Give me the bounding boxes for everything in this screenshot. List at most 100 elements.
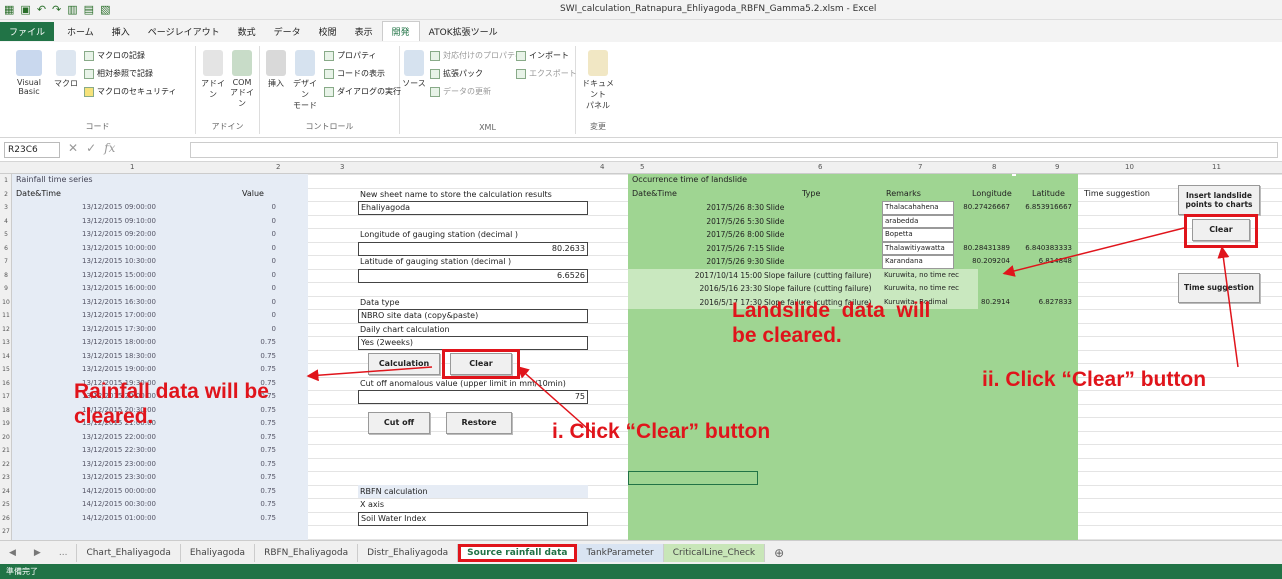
- cutoff-button[interactable]: Cut off: [368, 411, 430, 434]
- row-label[interactable]: 12: [0, 326, 12, 333]
- rainfall-value[interactable]: 0.75: [242, 433, 276, 441]
- macro-button[interactable]: マクロ: [54, 50, 78, 89]
- landslide-latitude[interactable]: 6.827833: [1016, 298, 1072, 306]
- landslide-remarks[interactable]: Kuruwita, no time rec: [884, 271, 959, 279]
- rainfall-value[interactable]: 0: [242, 271, 276, 279]
- rainfall-value[interactable]: 0.75: [242, 514, 276, 522]
- design-mode-button[interactable]: デザイン モード: [290, 50, 320, 111]
- rainfall-datetime[interactable]: 13/12/2015 15:00:00: [82, 271, 156, 279]
- row-label[interactable]: 7: [0, 258, 12, 265]
- column-label[interactable]: 4: [600, 163, 604, 171]
- rainfall-datetime[interactable]: 13/12/2015 19:00:00: [82, 365, 156, 373]
- row-label[interactable]: 5: [0, 231, 12, 238]
- landslide-type[interactable]: Slide: [766, 203, 784, 212]
- landslide-longitude[interactable]: 80.209204: [958, 257, 1010, 265]
- rainfall-value[interactable]: 0.75: [242, 352, 276, 360]
- landslide-remarks[interactable]: Thalacahahena: [882, 201, 954, 215]
- rainfall-datetime[interactable]: 13/12/2015 10:00:00: [82, 244, 156, 252]
- rainfall-datetime[interactable]: 13/12/2015 18:00:00: [82, 338, 156, 346]
- row-label[interactable]: 27: [0, 528, 12, 535]
- tab-data[interactable]: データ: [265, 22, 310, 41]
- rainfall-datetime[interactable]: 13/12/2015 17:00:00: [82, 311, 156, 319]
- row-label[interactable]: 13: [0, 339, 12, 346]
- cutoff-input[interactable]: 75: [358, 390, 588, 404]
- tab-atok[interactable]: ATOK拡張ツール: [420, 22, 507, 41]
- save-icon[interactable]: ▣: [20, 3, 30, 16]
- rainfall-value[interactable]: 0.75: [242, 487, 276, 495]
- rainfall-datetime[interactable]: 14/12/2015 00:00:00: [82, 487, 156, 495]
- cancel-icon[interactable]: ✕: [68, 141, 78, 155]
- com-addin-button[interactable]: COM アドイン: [228, 50, 256, 109]
- landslide-datetime[interactable]: 2016/5/16 23:30: [672, 284, 762, 293]
- sheet-tab[interactable]: Chart_Ehaliyagoda: [77, 543, 181, 562]
- rainfall-value[interactable]: 0: [242, 298, 276, 306]
- landslide-remarks[interactable]: arabedda: [882, 214, 954, 228]
- column-label[interactable]: 1: [130, 163, 134, 171]
- longitude-input[interactable]: 80.2633: [358, 241, 588, 256]
- landslide-latitude[interactable]: 6.853916667: [1016, 203, 1072, 211]
- redo-icon[interactable]: ↷: [52, 3, 61, 16]
- tab-home[interactable]: ホーム: [58, 22, 103, 41]
- tab-view[interactable]: 表示: [346, 22, 382, 41]
- row-label[interactable]: 14: [0, 353, 12, 360]
- landslide-longitude[interactable]: 80.28431389: [958, 244, 1010, 252]
- addin-button[interactable]: アドイン: [200, 50, 226, 100]
- landslide-datetime[interactable]: 2017/5/26 8:30: [702, 203, 764, 212]
- view-code-button[interactable]: コードの表示: [324, 68, 385, 79]
- xml-source-button[interactable]: ソース: [402, 50, 426, 89]
- map-properties-button[interactable]: 対応付けのプロパティ: [430, 50, 523, 61]
- rainfall-value[interactable]: 0.75: [242, 365, 276, 373]
- row-label[interactable]: 19: [0, 420, 12, 427]
- row-label[interactable]: 2: [0, 191, 12, 198]
- rainfall-datetime[interactable]: 13/12/2015 23:00:00: [82, 460, 156, 468]
- rainfall-datetime[interactable]: 13/12/2015 22:30:00: [82, 446, 156, 454]
- rainfall-value[interactable]: 0.75: [242, 446, 276, 454]
- rainfall-datetime[interactable]: 13/12/2015 17:30:00: [82, 325, 156, 333]
- column-label[interactable]: 2: [276, 163, 280, 171]
- column-label[interactable]: 5: [640, 163, 644, 171]
- row-label[interactable]: 26: [0, 515, 12, 522]
- worksheet[interactable]: Rainfall time series Date&Time Value 13/12/…: [12, 174, 1282, 540]
- tab-formulas[interactable]: 数式: [229, 22, 265, 41]
- row-label[interactable]: 10: [0, 299, 12, 306]
- row-label[interactable]: 1: [0, 177, 12, 184]
- landslide-remarks[interactable]: Karandana: [882, 255, 954, 269]
- rainfall-datetime[interactable]: 13/12/2015 22:00:00: [82, 433, 156, 441]
- export-button[interactable]: エクスポート: [516, 68, 577, 79]
- calculation-button[interactable]: Calculation: [368, 352, 440, 375]
- rainfall-value[interactable]: 0.75: [242, 473, 276, 481]
- landslide-remarks[interactable]: Bopetta: [882, 228, 954, 242]
- row-label[interactable]: 25: [0, 501, 12, 508]
- table-icon[interactable]: ▤: [84, 3, 94, 16]
- landslide-datetime[interactable]: 2017/5/26 9:30: [702, 257, 764, 266]
- landslide-type[interactable]: Slide: [766, 244, 784, 253]
- chart-icon[interactable]: ▥: [67, 3, 77, 16]
- landslide-longitude[interactable]: 80.2914: [958, 298, 1010, 306]
- column-label[interactable]: 8: [992, 163, 996, 171]
- rainfall-value[interactable]: 0: [242, 203, 276, 211]
- row-label[interactable]: 17: [0, 393, 12, 400]
- time-suggestion-button[interactable]: Time suggestion: [1178, 272, 1260, 303]
- row-label[interactable]: 16: [0, 380, 12, 387]
- sheet-tab[interactable]: Distr_Ehaliyagoda: [358, 543, 459, 562]
- row-label[interactable]: 3: [0, 204, 12, 211]
- row-label[interactable]: 18: [0, 407, 12, 414]
- tab-more-icon[interactable]: ...: [50, 543, 78, 562]
- import-button[interactable]: インポート: [516, 50, 569, 61]
- rainfall-datetime[interactable]: 13/12/2015 10:30:00: [82, 257, 156, 265]
- latitude-input[interactable]: 6.6526: [358, 268, 588, 283]
- document-panel-button[interactable]: ドキュメント パネル: [580, 50, 616, 111]
- rainfall-value[interactable]: 0: [242, 257, 276, 265]
- xaxis-select[interactable]: Soil Water Index: [358, 511, 588, 526]
- macro-security-button[interactable]: マクロのセキュリティ: [84, 86, 177, 97]
- refresh-data-button[interactable]: データの更新: [430, 86, 491, 97]
- row-label[interactable]: 11: [0, 312, 12, 319]
- rainfall-value[interactable]: 0.75: [242, 338, 276, 346]
- sheet-tab[interactable]: Ehaliyagoda: [181, 543, 256, 562]
- sheet-tab[interactable]: CriticalLine_Check: [663, 543, 766, 562]
- rainfall-datetime[interactable]: 13/12/2015 09:00:00: [82, 203, 156, 211]
- row-label[interactable]: 20: [0, 434, 12, 441]
- rainfall-value[interactable]: 0: [242, 284, 276, 292]
- relative-reference-button[interactable]: 相対参照で記録: [84, 68, 153, 79]
- tab-file[interactable]: ファイル: [0, 21, 55, 41]
